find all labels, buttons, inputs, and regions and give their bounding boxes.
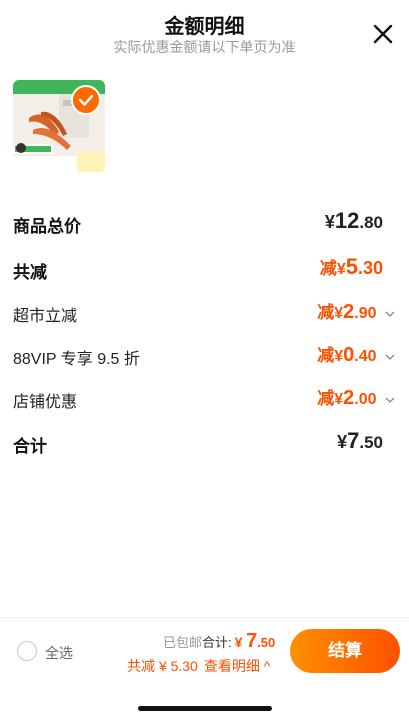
page-subtitle: 实际优惠金额请以下单页为准 [113,39,296,55]
amount-decimal: .80 [359,213,383,232]
discount-amount: 减¥2.00 [317,384,396,410]
currency-symbol: ¥ [334,348,344,365]
chevron-down-icon[interactable] [384,394,396,406]
amount-decimal: .50 [257,635,276,650]
page-title: 金额明细 [164,16,245,38]
close-icon [373,24,393,44]
close-button[interactable] [371,22,395,46]
amount-integer: 7 [246,630,258,652]
discount-label: 店铺优惠 [13,394,78,411]
reduce-prefix: 减 [317,346,335,365]
currency-symbol: ¥ [324,212,335,232]
bottom-discount-text: 共减 ¥ 5.30 [127,658,198,674]
discount-row-88vip[interactable]: 88VIP 专享 9.5 折 减¥0.40 [13,341,396,369]
goods-total-amount: ¥12.80 [325,208,383,234]
total-row: 合计 ¥7.50 [13,428,383,456]
check-icon [78,94,94,106]
discount-row-supermarket[interactable]: 超市立减 减¥2.90 [13,298,396,326]
discount-amount: 减¥2.90 [317,298,396,324]
select-all-radio[interactable] [17,641,37,661]
amount-integer: 2 [343,301,355,323]
discount-row-store[interactable]: 店铺优惠 减¥2.00 [13,384,396,412]
checkout-button[interactable]: 结算 [290,629,400,673]
total-reduction-row: 共减 减¥5.30 [13,254,383,282]
amount-integer: 12 [334,208,360,233]
total-reduction-label: 共减 [13,263,47,282]
view-detail-link[interactable]: 查看明细 ^ [204,658,270,674]
bottom-total: 已包邮合计: ¥ 7.50 [163,630,275,653]
bottom-total-label: 合计: [202,635,232,650]
total-amount: ¥7.50 [337,428,383,454]
currency-symbol: ¥ [336,261,346,278]
shipping-note: 已包邮 [163,635,203,650]
goods-total-label: 商品总价 [13,217,81,236]
amount-integer: 5 [345,254,358,279]
reduce-prefix: 减 [317,389,335,408]
chevron-down-icon[interactable] [384,351,396,363]
discount-label: 超市立减 [13,308,78,325]
amount-decimal: .00 [354,391,377,408]
currency-symbol: ¥ [337,432,348,452]
amount-decimal: .40 [354,348,377,365]
total-label: 合计 [13,437,47,456]
currency-symbol: ¥ [334,391,344,408]
header: 金额明细 实际优惠金额请以下单页为准 [0,0,409,64]
reduce-prefix: 减 [319,259,337,278]
total-reduction-amount: 减¥5.30 [320,254,383,280]
discount-label: 88VIP 专享 9.5 折 [13,351,140,368]
discount-amount: 减¥0.40 [317,341,396,367]
select-all-label[interactable]: 全选 [45,643,73,663]
chevron-down-icon[interactable] [384,308,396,320]
amount-decimal: .30 [357,258,383,278]
bottom-discount: 共减 ¥ 5.30 查看明细 ^ [127,656,270,676]
amount-integer: 2 [343,387,355,409]
currency-symbol: ¥ [334,305,344,322]
currency-symbol: ¥ [234,634,243,650]
amount-integer: 7 [347,428,360,453]
home-indicator [138,706,272,711]
amount-decimal: .90 [354,305,377,322]
amount-decimal: .50 [359,433,383,452]
reduce-prefix: 减 [317,303,335,322]
amount-integer: 0 [343,344,355,366]
selected-check-badge[interactable] [71,85,101,115]
goods-total-row: 商品总价 ¥12.80 [13,208,383,236]
